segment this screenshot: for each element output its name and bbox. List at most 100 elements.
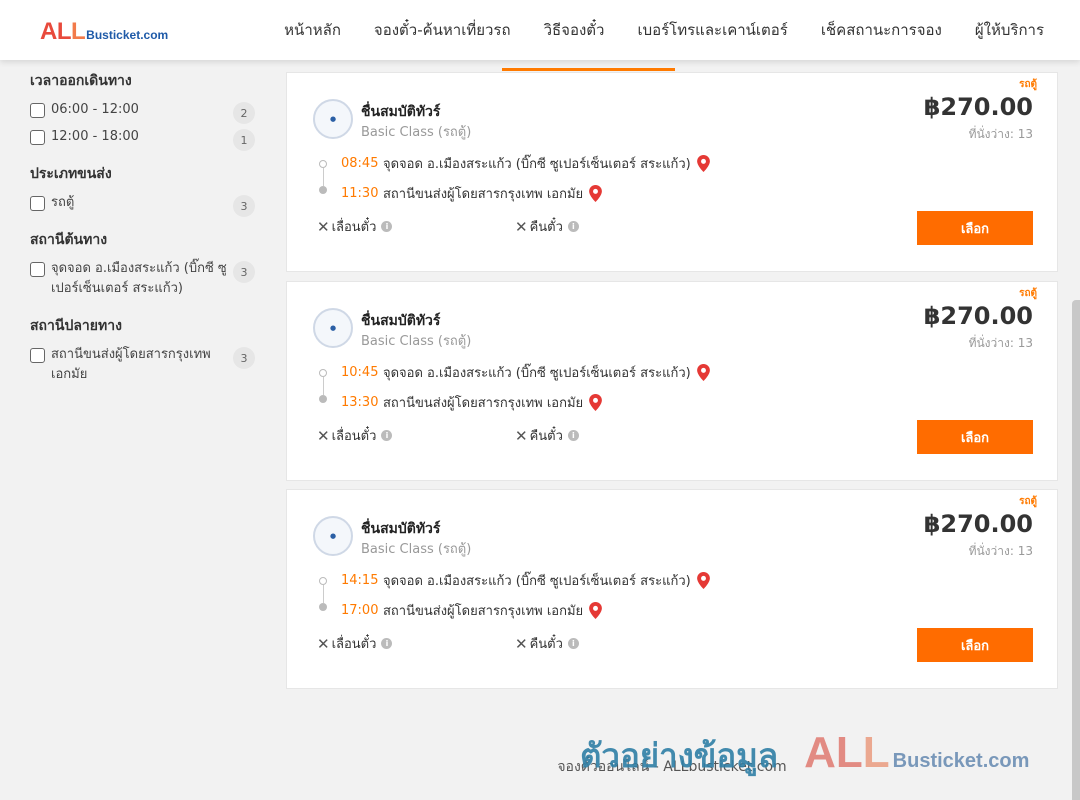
refund-policy: ✕ คืนตั๋ว i [515,425,579,446]
filter-count-badge: 2 [233,102,255,124]
info-icon[interactable]: i [567,638,579,649]
operator-logo: ● [313,99,353,139]
select-trip-button[interactable]: เลือก [917,628,1033,662]
filter-title: สถานีปลายทาง [30,318,122,334]
departure-stop: 14:15 จุดจอด อ.เมืองสระแก้ว (บิ๊กซี ซูเป… [341,570,710,591]
filter-origin: สถานีต้นทาง จุดจอด อ.เมืองสระแก้ว (บิ๊กซ… [30,229,255,299]
operator-name: ชื่นสมบัติทัวร์ [361,313,441,329]
reschedule-label: เลื่อนตั๋ว [331,220,377,235]
filter-destination: สถานีปลายทาง สถานีขนส่งผู้โดยสารกรุงเทพ … [30,315,255,385]
arrival-station: สถานีขนส่งผู้โดยสารกรุงเทพ เอกมัย [383,396,584,411]
checkbox[interactable] [30,348,45,363]
nav-how-to-book[interactable]: วิธีจองตั๋ว [544,18,605,42]
map-pin-icon[interactable] [696,364,710,381]
filter-option[interactable]: 06:00 - 12:00 2 [30,102,255,124]
nav-operators[interactable]: ผู้ให้บริการ [975,18,1044,42]
seats-available: ที่นั่งว่าง: 13 [968,127,1033,141]
map-pin-icon[interactable] [589,394,603,411]
vehicle-type-tag: รถตู้ [1019,288,1037,299]
nav-check-booking[interactable]: เช็คสถานะการจอง [821,18,942,42]
nav-home[interactable]: หน้าหลัก [284,18,341,42]
info-icon[interactable]: i [567,221,579,232]
filter-count-badge: 3 [233,195,255,217]
filter-option-label: จุดจอด อ.เมืองสระแก้ว (บิ๊กซี ซูเปอร์เซ็… [51,261,227,296]
operator-logo: ● [313,308,353,348]
filter-option-label: 12:00 - 18:00 [51,129,139,144]
filter-departure-time: เวลาออกเดินทาง 06:00 - 12:00 2 12:00 - 1… [30,70,255,151]
filter-option[interactable]: สถานีขนส่งผู้โดยสารกรุงเทพ เอกมัย 3 [30,347,255,385]
page-scrollbar[interactable] [1072,300,1080,800]
vehicle-type-tag: รถตู้ [1019,79,1037,90]
map-pin-icon[interactable] [589,185,603,202]
departure-station: จุดจอด อ.เมืองสระแก้ว (บิ๊กซี ซูเปอร์เซ็… [383,574,691,589]
arrival-stop: 11:30 สถานีขนส่งผู้โดยสารกรุงเทพ เอกมัย [341,183,603,204]
arrival-stop: 13:30 สถานีขนส่งผู้โดยสารกรุงเทพ เอกมัย [341,392,603,413]
service-class: Basic Class (รถตู้) [361,542,472,557]
select-trip-button[interactable]: เลือก [917,211,1033,245]
main-nav: หน้าหลัก จองตั๋ว-ค้นหาเที่ยวรถ วิธีจองตั… [251,0,1044,60]
filter-count-badge: 3 [233,347,255,369]
refund-label: คืนตั๋ว [529,637,563,652]
map-pin-icon[interactable] [696,155,710,172]
refund-policy: ✕ คืนตั๋ว i [515,216,579,237]
filter-option[interactable]: จุดจอด อ.เมืองสระแก้ว (บิ๊กซี ซูเปอร์เซ็… [30,261,255,299]
route-timeline [317,364,327,403]
filter-option[interactable]: 12:00 - 18:00 1 [30,129,255,151]
reschedule-policy: ✕ เลื่อนตั๋ว i [317,216,393,237]
nav-contact-counter[interactable]: เบอร์โทรและเคาน์เตอร์ [637,18,787,42]
close-icon: ✕ [317,426,330,445]
filter-option[interactable]: รถตู้ 3 [30,195,255,217]
reschedule-label: เลื่อนตั๋ว [331,637,377,652]
checkbox[interactable] [30,130,45,145]
close-icon: ✕ [515,634,528,653]
filter-title: เวลาออกเดินทาง [30,73,132,89]
checkbox[interactable] [30,196,45,211]
trip-card: รถตู้ ● ชื่นสมบัติทัวร์ Basic Class (รถต… [286,489,1058,689]
info-icon[interactable]: i [381,221,393,232]
map-pin-icon[interactable] [589,602,603,619]
departure-station: จุดจอด อ.เมืองสระแก้ว (บิ๊กซี ซูเปอร์เซ็… [383,366,691,381]
trip-card: รถตู้ ● ชื่นสมบัติทัวร์ Basic Class (รถต… [286,281,1058,481]
site-header: ALL Busticket.com หน้าหลัก จองตั๋ว-ค้นหา… [0,0,1080,60]
filter-option-label: สถานีขนส่งผู้โดยสารกรุงเทพ เอกมัย [51,347,211,382]
departure-stop: 08:45 จุดจอด อ.เมืองสระแก้ว (บิ๊กซี ซูเป… [341,153,710,174]
close-icon: ✕ [515,426,528,445]
filter-count-badge: 3 [233,261,255,283]
filter-option-label: 06:00 - 12:00 [51,102,139,117]
arrival-station: สถานีขนส่งผู้โดยสารกรุงเทพ เอกมัย [383,187,584,202]
arrival-time: 13:30 [341,395,379,410]
arrival-stop: 17:00 สถานีขนส่งผู้โดยสารกรุงเทพ เอกมัย [341,600,603,621]
close-icon: ✕ [515,217,528,236]
checkbox[interactable] [30,103,45,118]
vehicle-type-tag: รถตู้ [1019,496,1037,507]
departure-time: 14:15 [341,573,379,588]
select-trip-button[interactable]: เลือก [917,420,1033,454]
info-icon[interactable]: i [381,638,393,649]
logo-all-text: ALL [40,18,86,45]
info-icon[interactable]: i [567,430,579,441]
operator-name: ชื่นสมบัติทัวร์ [361,104,441,120]
logo-rest-text: Busticket.com [86,28,169,42]
arrival-station: สถานีขนส่งผู้โดยสารกรุงเทพ เอกมัย [383,604,584,619]
operator-logo: ● [313,516,353,556]
refund-label: คืนตั๋ว [529,220,563,235]
refund-policy: ✕ คืนตั๋ว i [515,633,579,654]
route-timeline [317,155,327,194]
route-timeline [317,572,327,611]
nav-search-trips[interactable]: จองตั๋ว-ค้นหาเที่ยวรถ [374,18,511,42]
filter-sidebar: เวลาออกเดินทาง 06:00 - 12:00 2 12:00 - 1… [30,70,255,401]
active-nav-indicator [502,68,675,71]
trip-price: ฿270.00 [923,93,1033,121]
filter-title: สถานีต้นทาง [30,232,108,248]
reschedule-policy: ✕ เลื่อนตั๋ว i [317,425,393,446]
departure-time: 10:45 [341,365,379,380]
info-icon[interactable]: i [381,430,393,441]
departure-time: 08:45 [341,156,379,171]
trip-card: รถตู้ ● ชื่นสมบัติทัวร์ Basic Class (รถต… [286,72,1058,272]
site-logo[interactable]: ALL Busticket.com [40,18,168,46]
seats-available: ที่นั่งว่าง: 13 [968,544,1033,558]
operator-name: ชื่นสมบัติทัวร์ [361,521,441,537]
arrival-time: 17:00 [341,603,379,618]
checkbox[interactable] [30,262,45,277]
map-pin-icon[interactable] [696,572,710,589]
